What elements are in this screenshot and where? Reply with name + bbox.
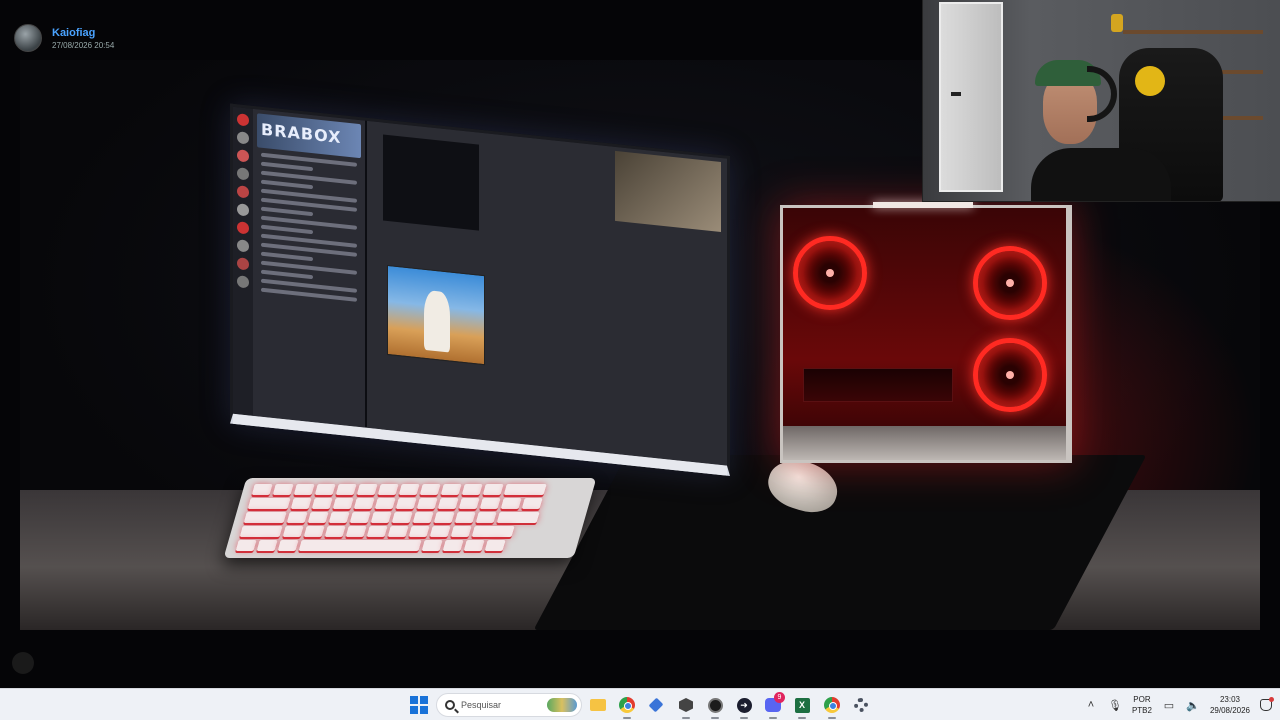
search-placeholder: Pesquisar bbox=[461, 700, 502, 710]
microphone-icon[interactable]: 🎙 bbox=[1108, 698, 1122, 712]
monitor-server-banner: BRABOX bbox=[257, 113, 361, 159]
app-arrow-icon: ➜ bbox=[736, 697, 752, 713]
discord-notification-badge: 9 bbox=[774, 692, 785, 703]
chair-logo-icon bbox=[1135, 66, 1165, 96]
system-tray: ˄ 🎙 POR PTB2 ▭ 🔈 23:03 29/08/2026 bbox=[1084, 689, 1274, 720]
volume-icon[interactable]: 🔈 bbox=[1186, 698, 1200, 712]
chevron-up-icon[interactable]: ˄ bbox=[1084, 698, 1098, 712]
monitor: BRABOX bbox=[230, 103, 730, 477]
pc-top-light bbox=[873, 202, 973, 208]
app-diamond-icon bbox=[648, 697, 664, 713]
search-highlight-icon bbox=[547, 698, 577, 712]
chrome-button[interactable] bbox=[616, 694, 638, 719]
keyboard bbox=[223, 478, 597, 558]
monitor-server-sidebar bbox=[233, 106, 253, 416]
case-fan-icon bbox=[973, 338, 1047, 412]
monitor-channel-list: BRABOX bbox=[253, 108, 365, 428]
windows-logo-icon bbox=[410, 696, 428, 714]
language-indicator[interactable]: POR PTB2 bbox=[1132, 694, 1152, 716]
headset-icon bbox=[1087, 66, 1117, 122]
post-header: Kaiofiag 27/08/2026 20:54 bbox=[14, 24, 114, 52]
file-explorer-button[interactable] bbox=[587, 694, 609, 716]
author-avatar[interactable] bbox=[14, 24, 42, 52]
monitor-chat-area bbox=[367, 120, 727, 466]
chrome-button-2[interactable] bbox=[821, 694, 843, 719]
monitor-webcam-embed bbox=[615, 150, 721, 233]
monitor-video-embed bbox=[383, 134, 479, 231]
taskbar-search-box[interactable]: Pesquisar bbox=[436, 693, 582, 717]
graphics-card bbox=[803, 368, 953, 402]
notification-bell-icon[interactable] bbox=[1260, 697, 1274, 711]
webcam-door bbox=[939, 2, 1003, 192]
chrome-icon bbox=[824, 697, 840, 713]
clock-date: 29/08/2026 bbox=[1209, 706, 1250, 715]
streamer-body bbox=[1031, 148, 1171, 201]
taskbar-app-button[interactable]: ➜ bbox=[733, 694, 755, 719]
excel-icon: X bbox=[794, 697, 810, 713]
monitor-photo-embed bbox=[387, 264, 485, 366]
author-name[interactable]: Kaiofiag bbox=[52, 27, 114, 39]
excel-button[interactable]: X bbox=[791, 694, 813, 719]
chrome-icon bbox=[619, 697, 635, 713]
mousepad bbox=[533, 455, 1147, 630]
display-icon[interactable]: ▭ bbox=[1162, 698, 1176, 712]
taskbar-app-button[interactable] bbox=[645, 694, 667, 716]
discord-button[interactable]: 9 bbox=[762, 692, 785, 719]
media-viewer: Kaiofiag 27/08/2026 20:54 BRABOX bbox=[0, 0, 1280, 688]
settings-button[interactable] bbox=[850, 694, 872, 716]
pc-psu-shroud bbox=[783, 426, 1066, 460]
folder-icon bbox=[590, 699, 606, 711]
taskbar-app-button[interactable] bbox=[675, 694, 697, 719]
language-secondary: PTB2 bbox=[1131, 706, 1152, 715]
taskbar-app-button[interactable] bbox=[704, 694, 726, 719]
app-circle-icon bbox=[707, 697, 723, 713]
trophy-icon bbox=[1111, 14, 1123, 32]
windows-taskbar: Pesquisar ➜ 9 X ˄ 🎙 POR PTB2 ▭ 🔈 23:03 2… bbox=[0, 688, 1280, 720]
post-timestamp: 27/08/2026 20:54 bbox=[52, 40, 115, 50]
app-cube-icon bbox=[679, 698, 693, 712]
clock-time: 23:03 bbox=[1219, 695, 1240, 704]
start-button[interactable] bbox=[408, 694, 430, 716]
language-primary: POR bbox=[1133, 695, 1151, 704]
gear-icon bbox=[854, 698, 868, 712]
webcam-shelf bbox=[1123, 30, 1263, 34]
streamer-webcam-overlay bbox=[922, 0, 1280, 202]
case-fan-icon bbox=[793, 236, 867, 310]
background-user-avatar bbox=[12, 652, 34, 674]
pc-case bbox=[780, 202, 1072, 463]
clock[interactable]: 23:03 29/08/2026 bbox=[1210, 694, 1250, 716]
search-icon bbox=[445, 700, 455, 710]
case-fan-icon bbox=[973, 246, 1047, 320]
